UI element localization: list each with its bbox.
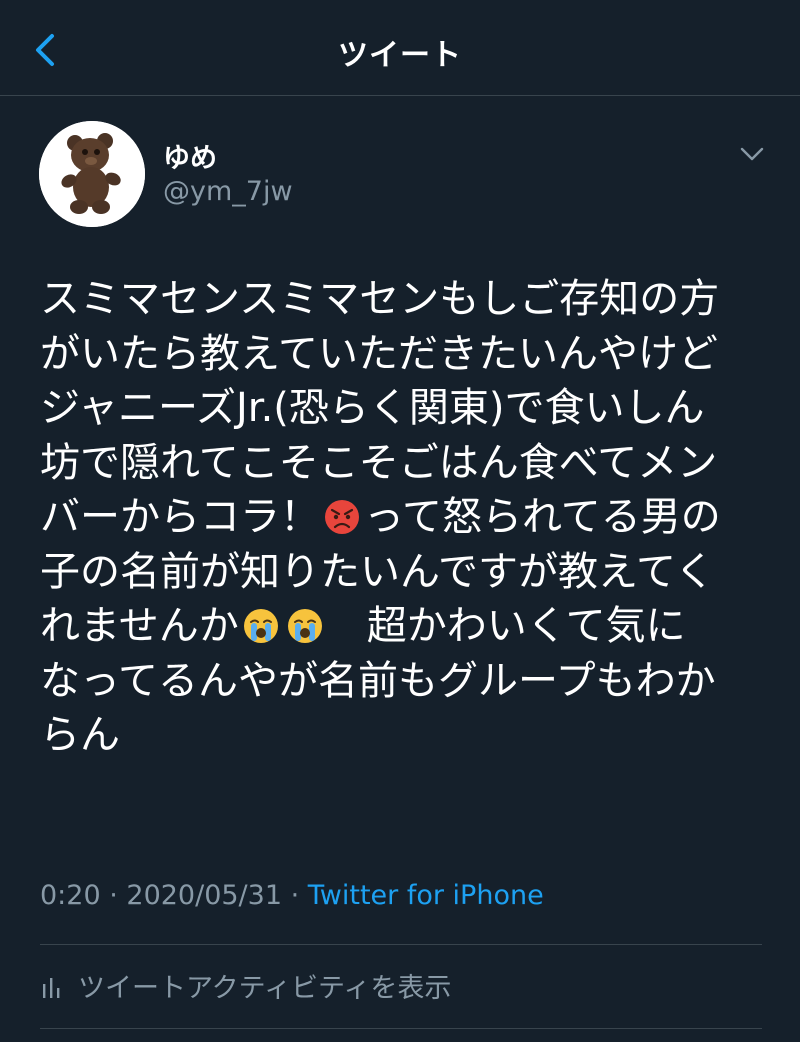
more-options-button[interactable] [736, 138, 768, 170]
tweet-line-part: バーからコラ！ [40, 494, 320, 540]
tweet-date: 2020/05/31 [126, 880, 283, 911]
tweet-line: なってるんやが名前もグループもわか [40, 657, 716, 704]
meta-separator: · [100, 880, 127, 911]
top-nav-bar: ツイート [0, 0, 800, 96]
tweet-line-part: れませんか [40, 603, 239, 649]
tweet-meta: 0:20 · 2020/05/31 · Twitter for iPhone [40, 880, 544, 911]
divider [40, 1028, 762, 1029]
tweet-text: スミマセンスミマセンもしご存知の方 がいたら教えていただきたいんやけど ジャニー… [40, 272, 762, 763]
tweet-line-part: って怒られてる男の [364, 494, 721, 540]
tweet-line: 子の名前が知りたいんですが教えてく [40, 548, 715, 595]
meta-separator: · [282, 880, 308, 911]
divider [40, 944, 762, 945]
tweet-line: れませんか 超かわいくて気に [40, 599, 762, 654]
tweet-line: 坊で隠れてこそこそごはん食べてメン [40, 439, 718, 486]
chevron-down-icon [740, 147, 764, 161]
loudly-crying-face-emoji [286, 605, 324, 643]
tweet-line: がいたら教えていただきたいんやけど [40, 330, 718, 377]
angry-face-emoji [323, 496, 361, 534]
tweet-line-part: 超かわいくて気に [326, 603, 686, 649]
tweet-line: ジャニーズJr.(恐らく関東)で食いしん [40, 385, 705, 431]
display-name[interactable]: ゆめ [163, 136, 217, 175]
tweet-line: バーからコラ！ って怒られてる男の [40, 490, 762, 545]
teddy-bear-avatar [39, 121, 145, 227]
tweet-line: スミマセンスミマセンもしご存知の方 [40, 276, 720, 322]
tweet-line: らん [40, 712, 120, 758]
page-title: ツイート [338, 38, 462, 73]
avatar[interactable] [39, 121, 145, 227]
tweet-time: 0:20 [40, 880, 101, 911]
user-handle[interactable]: @ym_7jw [163, 176, 293, 207]
loudly-crying-face-emoji [242, 605, 280, 643]
activity-label: ツイートアクティビティを表示 [78, 972, 452, 1004]
tweet-source-link[interactable]: Twitter for iPhone [308, 880, 544, 911]
bar-chart-icon [40, 970, 66, 1000]
view-tweet-activity-button[interactable]: ツイートアクティビティを表示 [40, 960, 451, 1010]
